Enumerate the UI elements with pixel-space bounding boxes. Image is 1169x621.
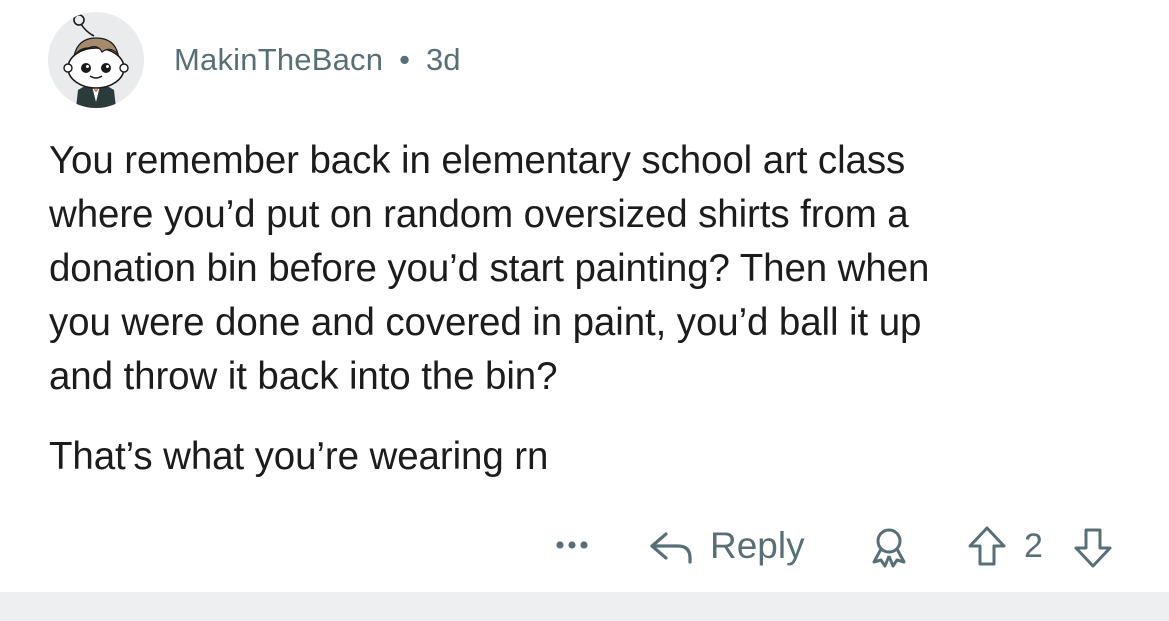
snoo-avatar-icon [63,14,129,108]
award-button[interactable] [868,526,910,573]
ellipsis-icon [556,541,588,549]
comment-action-bar: Reply 2 [0,520,1169,572]
comment-author[interactable]: MakinTheBacn [174,42,383,78]
comment-header: MakinTheBacn • 3d [48,12,461,108]
reply-label: Reply [710,525,805,566]
meta-separator: • [399,42,411,77]
comment-paragraph: You remember back in elementary school a… [49,139,930,398]
downvote-button[interactable] [1072,526,1114,575]
avatar[interactable] [48,12,144,108]
award-icon [872,528,906,568]
comment-age: 3d [426,42,461,77]
vote-score: 2 [1024,527,1043,565]
comment-paragraph: That’s what you’re wearing rn [49,435,549,478]
comment-body: You remember back in elementary school a… [49,134,1139,484]
reply-arrow-icon [650,532,692,564]
downvote-arrow-icon [1074,528,1112,568]
reply-button[interactable]: Reply [648,522,805,570]
comment-divider-band [0,592,1169,621]
upvote-button[interactable] [966,524,1008,573]
comment-card: MakinTheBacn • 3d You remember back in e… [0,0,1169,592]
more-options-button[interactable] [552,530,596,560]
upvote-arrow-icon [968,526,1006,566]
